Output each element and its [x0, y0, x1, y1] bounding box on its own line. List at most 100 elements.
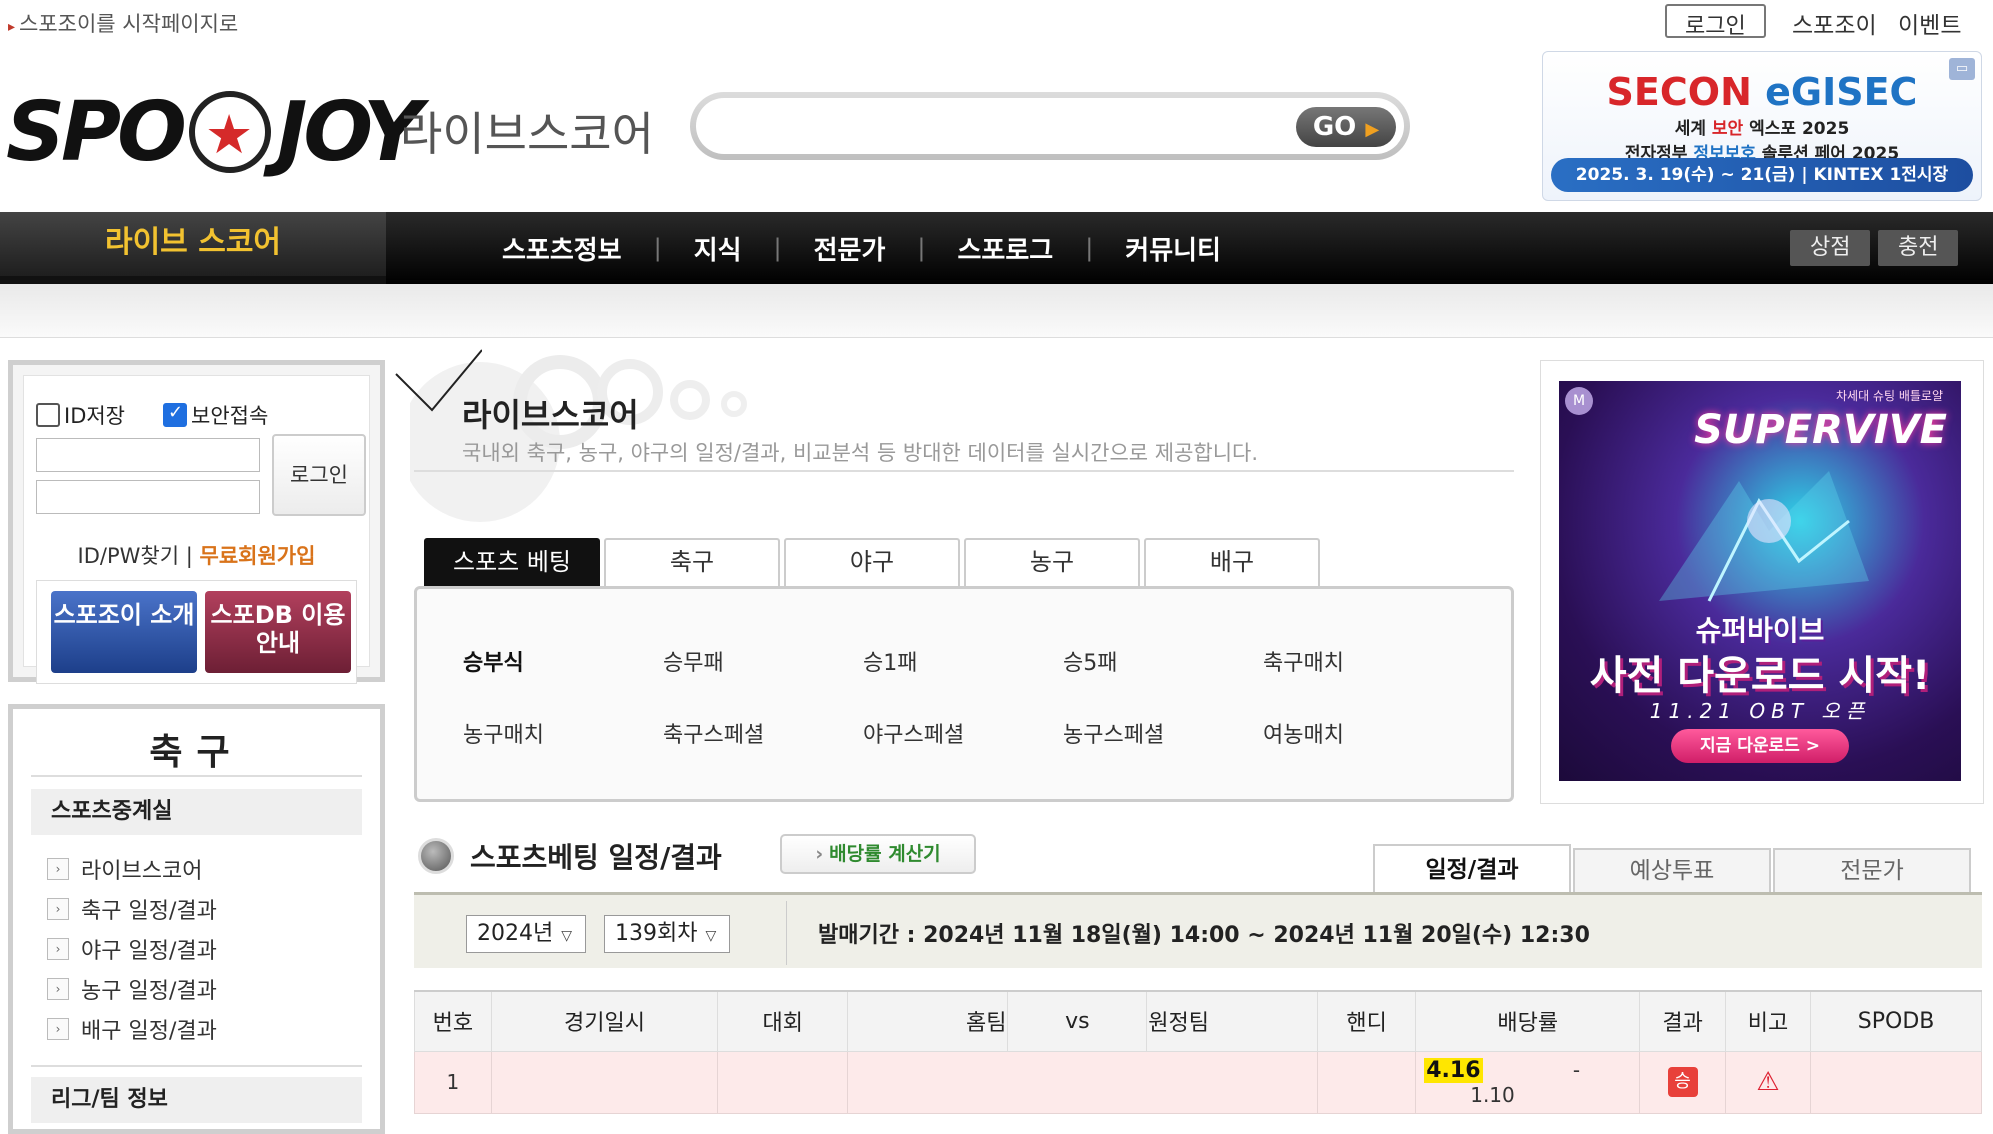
- login-submit-button[interactable]: 로그인: [272, 434, 366, 516]
- login-box: ID저장 보안접속 로그인 ID/PW찾기 | 무료회원가입 스포조이 소개 스…: [8, 360, 385, 684]
- schedule-tabs: 일정/결과 예상투표 전문가: [1373, 844, 1971, 892]
- year-select[interactable]: 2024년 ▽: [466, 915, 586, 953]
- nav-menu: 스포츠정보 | 지식 | 전문가 | 스포로그 | 커뮤니티: [470, 212, 1253, 284]
- bet-type-link[interactable]: 여농매치: [1263, 717, 1344, 749]
- menu-title: 축구: [149, 732, 244, 773]
- betting-type-panel: 승부식 승무패 승1패 승5패 축구매치 농구매치 축구스페셜 야구스페셜 농구…: [414, 586, 1514, 802]
- col-header: vs: [1007, 990, 1148, 1052]
- chevron-right-icon: ›: [815, 843, 824, 865]
- sport-tabs: 스포츠 베팅 축구 야구 농구 배구: [424, 538, 1320, 586]
- id-field[interactable]: [36, 438, 260, 472]
- secon-date: 2025. 3. 19(수) ~ 21(금) | KINTEX 1전시장: [1551, 158, 1973, 192]
- odds-calculator-button[interactable]: › 배당률 계산기: [780, 834, 976, 874]
- top-link-event[interactable]: 이벤트: [1898, 6, 1961, 40]
- odds-draw[interactable]: -: [1573, 1058, 1580, 1082]
- password-field[interactable]: [36, 480, 260, 514]
- soccer-ball-icon: ★: [188, 90, 271, 173]
- chevron-down-icon: ▽: [561, 928, 573, 944]
- free-signup-link[interactable]: 무료회원가입: [200, 544, 316, 568]
- sidebar-item-baseball-schedule[interactable]: › 야구 일정/결과: [47, 929, 217, 969]
- download-now-button[interactable]: 지금 다운로드 >: [1671, 729, 1849, 763]
- nav-item-experts[interactable]: 전문가: [782, 230, 918, 267]
- chevron-right-icon: ›: [47, 978, 69, 1000]
- shop-button[interactable]: 상점: [1790, 230, 1871, 266]
- tab-experts[interactable]: 전문가: [1773, 848, 1971, 892]
- tab-basketball[interactable]: 농구: [964, 538, 1140, 586]
- chevron-down-icon: ▽: [705, 928, 717, 944]
- col-header: 경기일시: [490, 990, 719, 1052]
- col-header: 번호: [414, 990, 492, 1052]
- odds-lose[interactable]: 1.10: [1470, 1083, 1515, 1107]
- triangle-right-icon: ▸: [8, 19, 16, 35]
- character-art-icon: [1659, 471, 1869, 602]
- bet-type-link[interactable]: 승부식: [463, 645, 524, 677]
- nav-item-livescore[interactable]: 라이브 스코어: [0, 212, 386, 284]
- spodb-guide-button[interactable]: 스포DB 이용안내: [205, 591, 351, 673]
- col-header: 대회: [717, 990, 849, 1052]
- ad-corner-icon: ▭: [1949, 58, 1975, 80]
- tab-schedule-results[interactable]: 일정/결과: [1373, 844, 1571, 892]
- result-badge: 승: [1667, 1067, 1698, 1097]
- schedule-table: 번호 경기일시 대회 홈팀 vs 원정팀 핸디 배당률 결과 비고 SPODB …: [414, 990, 1982, 1114]
- warning-icon[interactable]: ⚠: [1756, 1067, 1779, 1097]
- top-login-button[interactable]: 로그인: [1665, 4, 1766, 39]
- game-logo: SUPERVIVE: [1694, 407, 1947, 453]
- col-header: 배당률: [1415, 990, 1641, 1052]
- secure-login-checkbox[interactable]: [163, 402, 188, 427]
- chevron-right-icon: ›: [47, 938, 69, 960]
- col-header: 핸디: [1317, 990, 1417, 1052]
- bet-type-link[interactable]: 축구매치: [1263, 645, 1344, 677]
- sidebar-item-basketball-schedule[interactable]: › 농구 일정/결과: [47, 969, 217, 1009]
- chevron-right-icon: ›: [47, 898, 69, 920]
- about-spojoy-button[interactable]: 스포조이 소개: [51, 591, 197, 673]
- bet-type-link[interactable]: 승1패: [863, 645, 917, 677]
- table-header-row: 번호 경기일시 대회 홈팀 vs 원정팀 핸디 배당률 결과 비고 SPODB: [414, 990, 1982, 1052]
- site-logo[interactable]: SPO ★ JOY: [6, 85, 423, 180]
- sidebar-menu: 축구 스포츠중계실 › 라이브스코어 › 축구 일정/결과 › 야구 일정/결과 › 농…: [8, 704, 385, 1134]
- nav-item-community[interactable]: 커뮤니티: [1093, 230, 1253, 267]
- bet-type-link[interactable]: 야구스페셜: [863, 717, 964, 749]
- search-input[interactable]: [720, 106, 1280, 146]
- secon-ad-banner[interactable]: ▭ SECON eGISEC 세계 보안 엑스포 2025 전자정부 정보보호 …: [1542, 51, 1982, 201]
- col-header: 결과: [1639, 990, 1726, 1052]
- menu-section-league-team[interactable]: 리그/팀 정보: [31, 1077, 362, 1123]
- tab-sports-betting[interactable]: 스포츠 베팅: [424, 538, 600, 586]
- schedule-title: 스포츠베팅 일정/결과: [470, 841, 722, 874]
- bet-type-link[interactable]: 승5패: [1063, 645, 1117, 677]
- odds-win[interactable]: 4.16: [1424, 1057, 1483, 1083]
- search-go-button[interactable]: GO ▶: [1296, 107, 1396, 147]
- round-select[interactable]: 139회차 ▽: [604, 915, 730, 953]
- filter-bar: 2024년 ▽ 139회차 ▽ 발매기간 : 2024년 11월 18일(월) 14…: [414, 892, 1982, 968]
- bet-type-link[interactable]: 농구매치: [463, 717, 544, 749]
- bet-type-link[interactable]: 농구스페셜: [1063, 717, 1164, 749]
- tab-baseball[interactable]: 야구: [784, 538, 960, 586]
- page-title: 라이브스코어: [462, 396, 639, 434]
- cell-odds: 4.16 - 1.10: [1415, 1050, 1641, 1114]
- logo-subtitle: 라이브스코어: [400, 107, 654, 161]
- col-header: SPODB: [1810, 990, 1982, 1052]
- sub-nav-strip: [0, 284, 1993, 338]
- tab-volleyball[interactable]: 배구: [1144, 538, 1320, 586]
- nav-item-knowledge[interactable]: 지식: [662, 230, 774, 267]
- rb-badge: M: [1565, 387, 1593, 415]
- bet-type-link[interactable]: 축구스페셜: [663, 717, 764, 749]
- sale-period: 발매기간 : 2024년 11월 18일(월) 14:00 ~ 2024년 11…: [818, 923, 1590, 948]
- bullet-circle-icon: [418, 838, 454, 874]
- save-id-checkbox[interactable]: [36, 403, 60, 427]
- set-homepage-link[interactable]: ▸ 스포조이를 시작페이지로: [8, 8, 238, 38]
- table-row[interactable]: 1 4.16 - 1.10 승 ⚠: [414, 1050, 1982, 1114]
- sidebar-item-volleyball-schedule[interactable]: › 배구 일정/결과: [47, 1009, 217, 1049]
- find-id-pw-link[interactable]: ID/PW찾기: [78, 544, 180, 568]
- supervive-ad-banner[interactable]: M 차세대 슈팅 배틀로얄 SUPERVIVE 슈퍼바이브 사전 다운로드 시작…: [1540, 360, 1984, 804]
- charge-button[interactable]: 충전: [1878, 230, 1959, 266]
- bet-type-link[interactable]: 승무패: [663, 645, 724, 677]
- nav-item-spolog[interactable]: 스포로그: [926, 230, 1086, 267]
- nav-item-sports-info[interactable]: 스포츠정보: [470, 230, 654, 267]
- tab-soccer[interactable]: 축구: [604, 538, 780, 586]
- sidebar-item-soccer-schedule[interactable]: › 축구 일정/결과: [47, 889, 217, 929]
- sidebar-item-livescore[interactable]: › 라이브스코어: [47, 849, 217, 889]
- menu-section-broadcast[interactable]: 스포츠중계실: [31, 789, 362, 835]
- col-header: 홈팀: [847, 990, 1009, 1052]
- tab-prediction-vote[interactable]: 예상투표: [1573, 848, 1771, 892]
- top-link-spojoy[interactable]: 스포조이: [1792, 6, 1877, 40]
